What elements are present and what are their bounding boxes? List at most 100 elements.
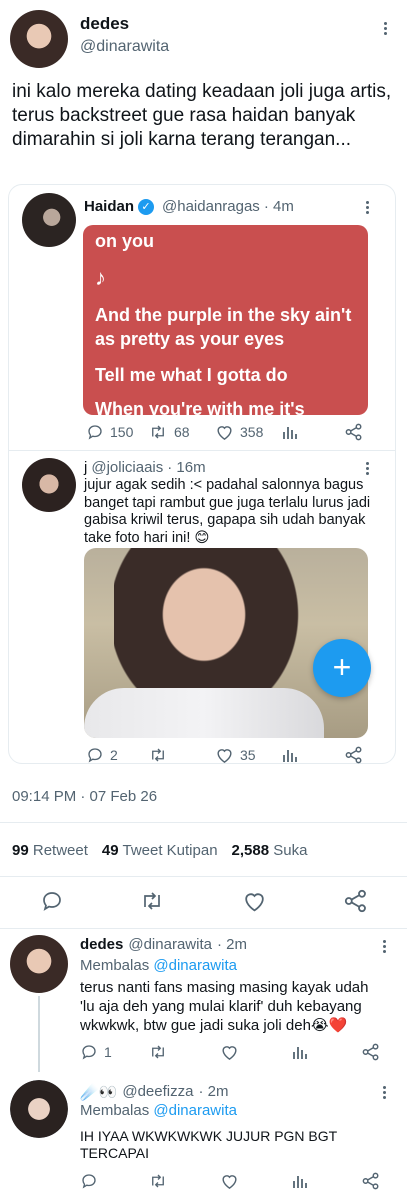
heart-icon bbox=[222, 1175, 237, 1189]
reply-icon bbox=[82, 1174, 96, 1189]
reply-2-like-button[interactable] bbox=[220, 1172, 239, 1190]
reply-1-share-button[interactable] bbox=[362, 1043, 380, 1061]
joli-name[interactable]: j bbox=[84, 459, 87, 476]
reply-2-retweet-button[interactable] bbox=[148, 1172, 168, 1190]
reply-icon bbox=[88, 425, 102, 440]
replying-to-link[interactable]: @dinarawita bbox=[153, 957, 237, 974]
lyric-line: And the purple in the sky ain't bbox=[95, 305, 352, 325]
analytics-icon bbox=[293, 1176, 307, 1188]
haidan-share-button[interactable] bbox=[345, 423, 363, 441]
main-share-button[interactable] bbox=[344, 889, 368, 913]
retweets-count: 99 bbox=[12, 842, 29, 859]
likes-label: Suka bbox=[273, 842, 308, 859]
divider bbox=[0, 876, 407, 877]
haidan-reply-count: 150 bbox=[110, 424, 134, 440]
reply-1-reply-button[interactable]: 1 bbox=[80, 1043, 112, 1061]
retweet-icon bbox=[152, 748, 164, 762]
retweets-label: Retweet bbox=[32, 842, 88, 859]
main-like-button[interactable] bbox=[242, 889, 267, 913]
haidan-time: · 4m bbox=[263, 198, 294, 215]
share-icon bbox=[362, 1172, 379, 1190]
haidan-retweet-button[interactable]: 68 bbox=[148, 423, 190, 441]
reply-2-reply-button[interactable] bbox=[80, 1172, 98, 1190]
analytics-icon bbox=[293, 1047, 307, 1059]
reply-2-text: IH IYAA WKWKWKWK JUJUR PGN BGT TERCAPAI bbox=[80, 1128, 337, 1161]
reply-1-reply-count: 1 bbox=[104, 1044, 112, 1060]
analytics-icon bbox=[283, 427, 297, 439]
replying-label: Membalas bbox=[80, 957, 150, 974]
haidan-handle[interactable]: @haidanragas bbox=[162, 198, 260, 215]
reply-1-analytics-button[interactable] bbox=[292, 1044, 308, 1060]
reply-2-time: · 2m bbox=[198, 1083, 229, 1100]
haidan-more-icon[interactable] bbox=[364, 199, 370, 216]
lyric-line: Tell me what I gotta do bbox=[95, 365, 288, 385]
heart-icon bbox=[217, 426, 232, 440]
reply-2-name[interactable]: ☄️👀 bbox=[80, 1083, 117, 1101]
lyric-line: on you bbox=[95, 231, 154, 251]
joli-reply-button[interactable]: 2 bbox=[86, 746, 118, 764]
reply-1-more-icon[interactable] bbox=[381, 938, 387, 955]
reply-1-like-button[interactable] bbox=[220, 1043, 239, 1061]
retweets-stat[interactable]: 99 Retweet bbox=[12, 842, 88, 859]
stats-row: 99 Retweet 49 Tweet Kutipan 2,588 Suka bbox=[12, 842, 307, 859]
likes-count: 2,588 bbox=[231, 842, 270, 859]
main-author-avatar[interactable] bbox=[10, 10, 68, 68]
reply-2-avatar[interactable] bbox=[10, 1080, 68, 1138]
share-icon bbox=[345, 746, 362, 764]
reply-2-analytics-button[interactable] bbox=[292, 1173, 308, 1189]
main-retweet-button[interactable] bbox=[139, 889, 165, 913]
joli-reply-count: 2 bbox=[110, 747, 118, 763]
heart-icon bbox=[245, 893, 264, 912]
joli-time: · 16m bbox=[167, 459, 206, 476]
divider bbox=[0, 822, 407, 823]
joli-like-count: 35 bbox=[240, 747, 256, 763]
heart-icon bbox=[217, 749, 232, 763]
joli-more-icon[interactable] bbox=[364, 460, 370, 477]
analytics-icon bbox=[283, 750, 297, 762]
reply-icon bbox=[82, 1045, 96, 1060]
reply-1-retweet-button[interactable] bbox=[148, 1043, 168, 1061]
reply-icon bbox=[88, 748, 102, 763]
divider bbox=[0, 928, 407, 929]
joli-handle[interactable]: @joliciaais bbox=[91, 459, 163, 476]
main-reply-button[interactable] bbox=[40, 889, 64, 913]
replying-to-link[interactable]: @dinarawita bbox=[153, 1102, 237, 1119]
main-author-name[interactable]: dedes bbox=[80, 14, 129, 34]
reply-2-share-button[interactable] bbox=[362, 1172, 380, 1190]
joli-retweet-button[interactable] bbox=[148, 746, 168, 764]
retweet-icon bbox=[152, 1174, 164, 1188]
retweet-icon bbox=[152, 425, 164, 439]
reply-2-handle[interactable]: @deefizza bbox=[122, 1083, 193, 1101]
tweet-timestamp: 09:14 PM · 07 Feb 26 bbox=[12, 788, 158, 805]
haidan-avatar[interactable] bbox=[22, 193, 76, 247]
haidan-reply-button[interactable]: 150 bbox=[86, 423, 133, 441]
main-more-icon[interactable] bbox=[382, 20, 388, 37]
reply-1-header: dedes @dinarawita · 2m bbox=[80, 936, 247, 953]
quotes-stat[interactable]: 49 Tweet Kutipan bbox=[102, 842, 218, 859]
haidan-name[interactable]: Haidan bbox=[84, 198, 134, 215]
haidan-like-button[interactable]: 358 bbox=[215, 423, 263, 441]
main-author-handle[interactable]: @dinarawita bbox=[80, 38, 169, 56]
photo-shirt-shape bbox=[84, 688, 324, 738]
reply-thread-line bbox=[38, 996, 40, 1072]
joli-avatar[interactable] bbox=[22, 458, 76, 512]
lyrics-card[interactable]: on you ♪ And the purple in the sky ain't… bbox=[83, 225, 368, 415]
quotes-count: 49 bbox=[101, 842, 119, 859]
joli-tweet-text: jujur agak sedih :< padahal salonnya bag… bbox=[84, 477, 371, 546]
reply-1-replying: Membalas @dinarawita bbox=[80, 957, 237, 974]
reply-2-more-icon[interactable] bbox=[381, 1084, 387, 1101]
reply-1-time: · 2m bbox=[216, 936, 247, 953]
heart-icon bbox=[222, 1046, 237, 1060]
haidan-analytics-button[interactable] bbox=[282, 424, 298, 440]
compose-fab-button[interactable]: + bbox=[313, 639, 371, 697]
joli-like-button[interactable]: 35 bbox=[215, 746, 256, 764]
quotes-label: Tweet Kutipan bbox=[122, 842, 218, 859]
reply-1-avatar[interactable] bbox=[10, 935, 68, 993]
music-note-icon: ♪ bbox=[95, 265, 106, 290]
joli-share-button[interactable] bbox=[345, 746, 363, 764]
reply-1-name[interactable]: dedes bbox=[80, 936, 123, 953]
joli-analytics-button[interactable] bbox=[282, 747, 298, 763]
likes-stat[interactable]: 2,588 Suka bbox=[232, 842, 308, 859]
joli-header: j @joliciaais · 16m bbox=[84, 459, 206, 476]
reply-1-handle[interactable]: @dinarawita bbox=[128, 936, 212, 953]
